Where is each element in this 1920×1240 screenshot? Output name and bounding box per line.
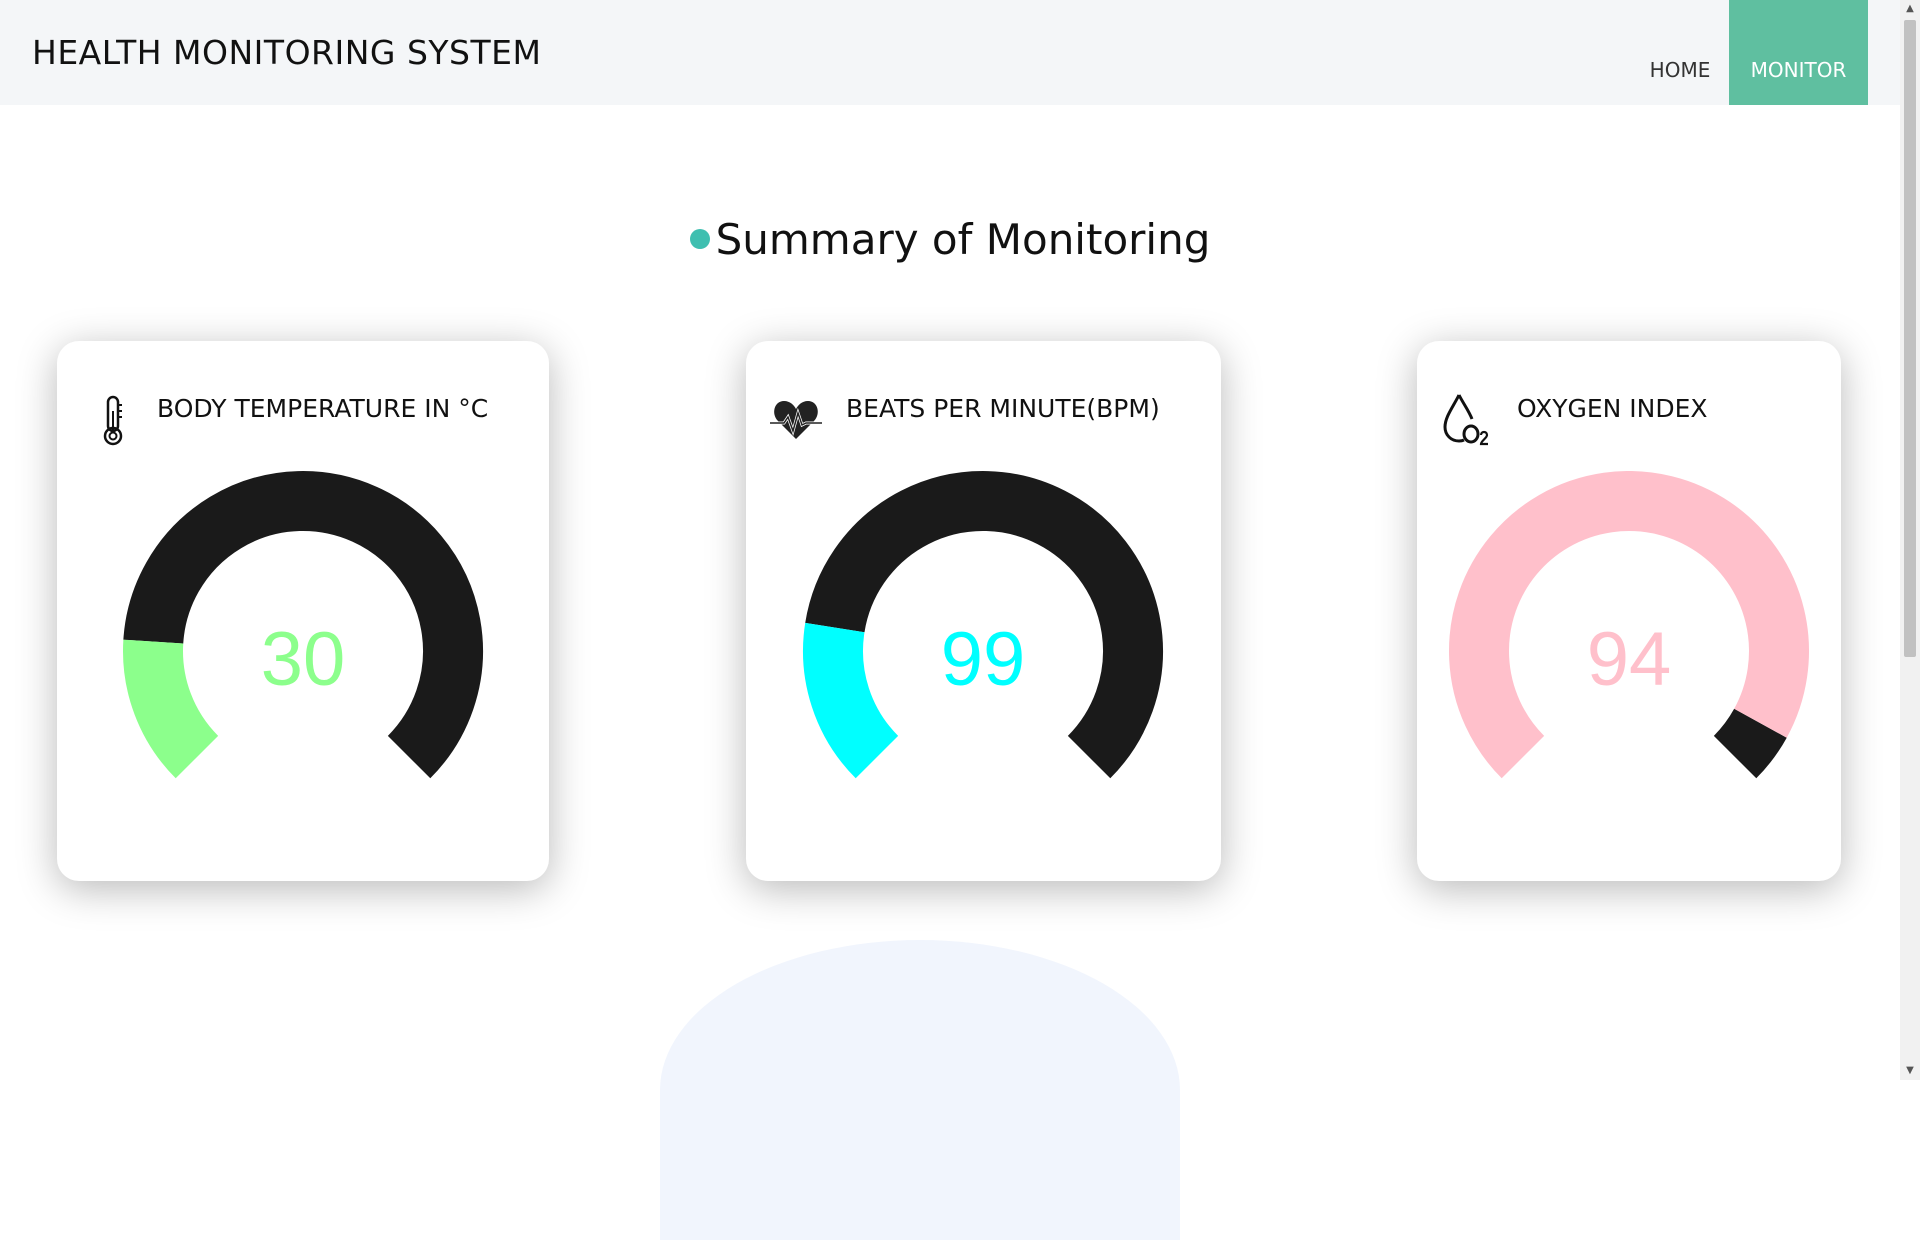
bpm-value: 99 bbox=[940, 617, 1026, 702]
bpm-card: BEATS PER MINUTE(BPM) 99 bbox=[746, 341, 1221, 881]
background-decoration bbox=[660, 940, 1180, 1240]
section-title-text: Summary of Monitoring bbox=[715, 215, 1211, 264]
body-temperature-value: 30 bbox=[260, 617, 346, 702]
title-dot-icon bbox=[689, 228, 710, 249]
section-title: Summary of Monitoring bbox=[0, 215, 1900, 264]
body-temperature-title: BODY TEMPERATURE IN °C bbox=[157, 394, 489, 423]
oxygen-title: OXYGEN INDEX bbox=[1517, 394, 1708, 423]
heart-pulse-icon bbox=[770, 401, 822, 439]
bpm-title: BEATS PER MINUTE(BPM) bbox=[846, 394, 1160, 423]
oxygen-card: OXYGEN INDEX 94 bbox=[1417, 341, 1841, 881]
scroll-down-arrow-icon[interactable]: ▼ bbox=[1900, 1062, 1920, 1080]
thermometer-icon bbox=[103, 395, 123, 446]
nav-home-link[interactable]: HOME bbox=[1630, 0, 1730, 105]
site-brand[interactable]: HEALTH MONITORING SYSTEM bbox=[32, 33, 541, 72]
oxygen-value: 94 bbox=[1586, 617, 1672, 702]
body-temperature-card: BODY TEMPERATURE IN °C 30 bbox=[57, 341, 549, 881]
oxygen-drop-icon bbox=[1443, 394, 1489, 446]
page-scrollbar[interactable]: ▲ ▼ bbox=[1900, 0, 1920, 1080]
nav-monitor-link[interactable]: MONITOR bbox=[1729, 0, 1868, 105]
scroll-up-arrow-icon[interactable]: ▲ bbox=[1900, 0, 1920, 18]
scrollbar-thumb[interactable] bbox=[1904, 20, 1916, 657]
gauge-track bbox=[1713, 708, 1787, 779]
top-navbar: HEALTH MONITORING SYSTEM HOME MONITOR bbox=[0, 0, 1900, 105]
